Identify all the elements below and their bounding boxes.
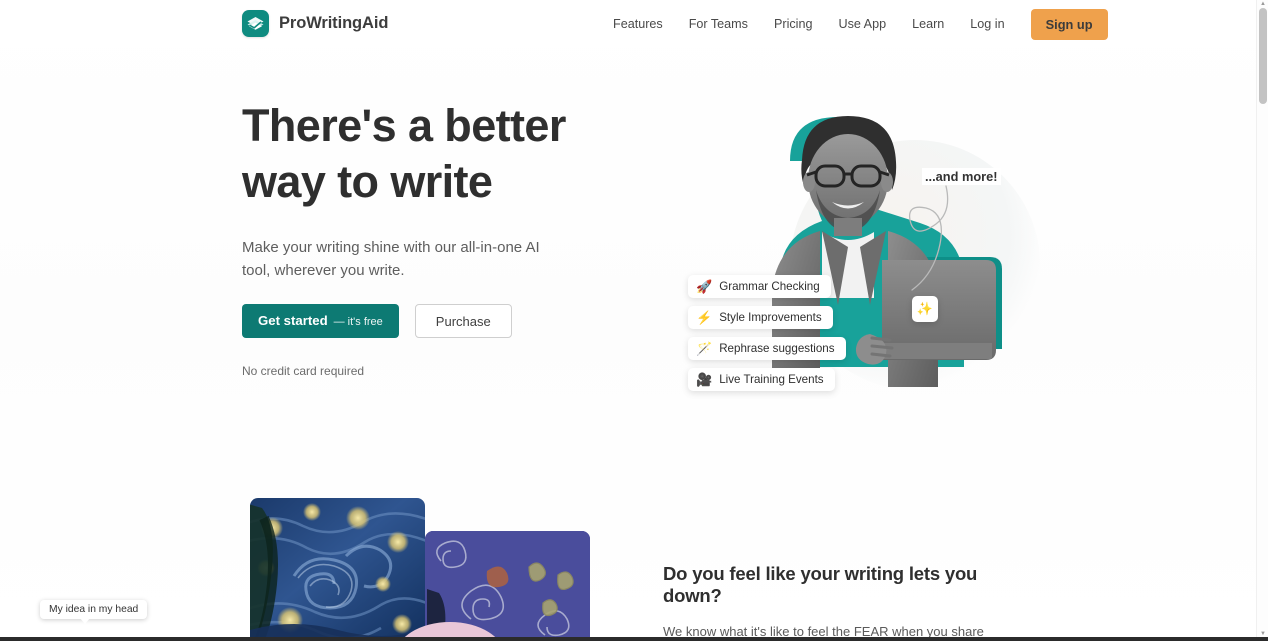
lower-section-body: We know what it's like to feel the FEAR … xyxy=(663,624,984,638)
horizontal-scrollbar[interactable] xyxy=(0,637,1268,641)
lower-section: My idea in my head Do you feel like your… xyxy=(0,488,1256,638)
feature-badge-label: Grammar Checking xyxy=(719,280,820,293)
nav-item-log-in[interactable]: Log in xyxy=(957,17,1020,31)
sparkles-icon: ✨ xyxy=(912,296,938,322)
starry-night-painting xyxy=(250,498,425,638)
feature-badge-label: Rephrase suggestions xyxy=(719,342,835,355)
nav-item-learn[interactable]: Learn xyxy=(899,17,957,31)
hero-title: There's a better way to write xyxy=(242,98,642,210)
nav-item-use-app[interactable]: Use App xyxy=(825,17,899,31)
prowritingaid-logo-icon xyxy=(242,10,269,37)
hero-title-line-1: There's a better xyxy=(242,100,566,151)
page-viewport: ProWritingAid Features For Teams Pricing… xyxy=(0,0,1256,638)
nav-item-pricing[interactable]: Pricing xyxy=(761,17,826,31)
magic-wand-icon: 🪄 xyxy=(696,341,713,356)
feature-badge-list: 🚀 Grammar Checking ⚡ Style Improvements … xyxy=(688,275,846,391)
feature-badge-label: Style Improvements xyxy=(719,311,822,324)
lightning-bolt-icon: ⚡ xyxy=(696,310,713,325)
brand-logo[interactable]: ProWritingAid xyxy=(242,10,388,37)
feature-badge-label: Live Training Events xyxy=(719,373,824,386)
hero-illustration: ...and more! ✨ 🚀 Grammar Checking ⚡ Styl… xyxy=(660,98,1040,438)
rocket-icon: 🚀 xyxy=(696,279,713,294)
site-header: ProWritingAid Features For Teams Pricing… xyxy=(0,0,1256,48)
get-started-sublabel: — it's free xyxy=(333,316,383,328)
scroll-up-arrow-icon[interactable]: ▲ xyxy=(1260,1,1266,7)
hero-section: There's a better way to write Make your … xyxy=(0,48,1256,488)
get-started-button[interactable]: Get started — it's free xyxy=(242,304,399,338)
lower-section-title: Do you feel like your writing lets you d… xyxy=(663,563,978,606)
feature-badge-rephrase-suggestions: 🪄 Rephrase suggestions xyxy=(688,337,846,360)
purchase-button[interactable]: Purchase xyxy=(414,304,512,338)
nav-item-for-teams[interactable]: For Teams xyxy=(676,17,761,31)
video-camera-icon: 🎥 xyxy=(696,372,713,387)
browser-page: ProWritingAid Features For Teams Pricing… xyxy=(0,0,1268,641)
idea-in-head-caption: My idea in my head xyxy=(40,600,148,624)
vertical-scrollbar[interactable]: ▲ ▼ xyxy=(1256,0,1268,638)
main-navigation: Features For Teams Pricing Use App Learn… xyxy=(600,0,1108,48)
sign-up-button[interactable]: Sign up xyxy=(1030,8,1108,40)
feature-badge-grammar-checking: 🚀 Grammar Checking xyxy=(688,275,831,298)
feature-badge-style-improvements: ⚡ Style Improvements xyxy=(688,306,833,329)
nav-item-features[interactable]: Features xyxy=(600,17,676,31)
and-more-label: ...and more! xyxy=(922,168,1001,185)
hero-copy: There's a better way to write Make your … xyxy=(242,98,642,282)
lower-copy: Do you feel like your writing lets you d… xyxy=(663,563,1015,638)
hero-subtitle: Make your writing shine with our all-in-… xyxy=(242,239,540,279)
get-started-label: Get started xyxy=(258,313,328,328)
hero-cta-row: Get started — it's free Purchase xyxy=(242,304,512,338)
feature-badge-live-training-events: 🎥 Live Training Events xyxy=(688,368,835,391)
vertical-scrollbar-thumb[interactable] xyxy=(1259,8,1267,104)
brand-name: ProWritingAid xyxy=(279,14,389,32)
hero-title-line-2: way to write xyxy=(242,156,493,207)
no-credit-card-note: No credit card required xyxy=(242,364,365,378)
